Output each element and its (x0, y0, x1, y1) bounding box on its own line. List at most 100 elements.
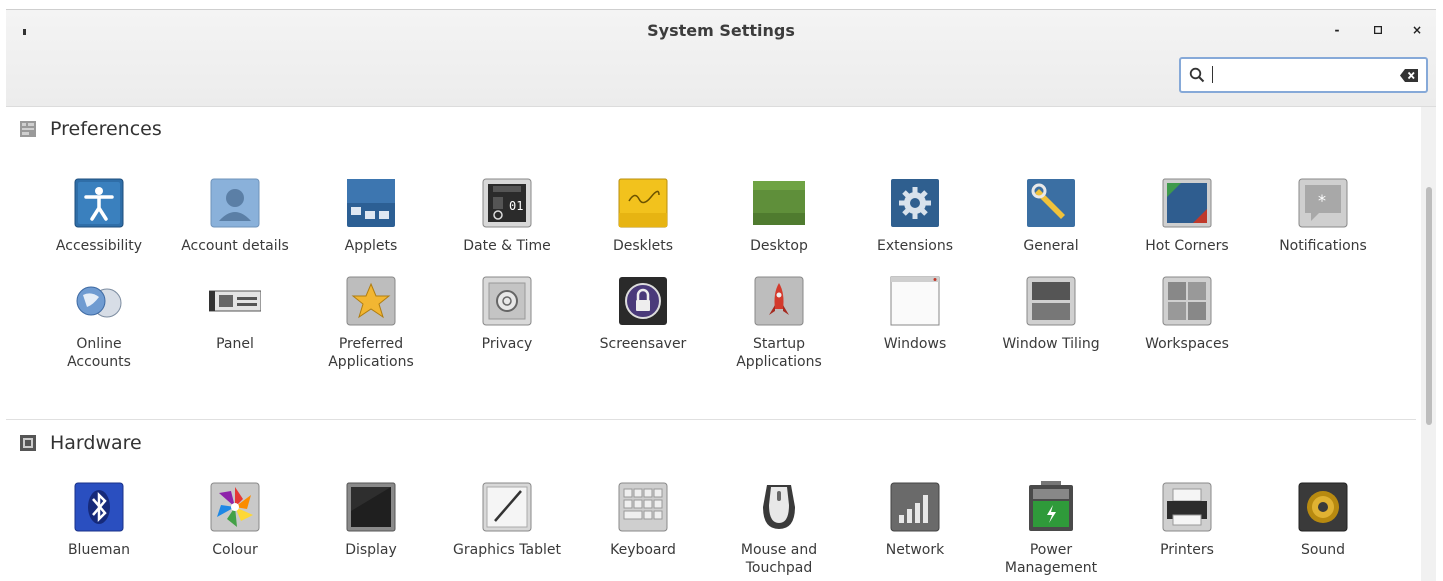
setting-label: Panel (216, 336, 254, 352)
setting-label: Screensaver (599, 336, 687, 352)
clear-search-icon[interactable] (1400, 69, 1418, 82)
hot-corners-icon (1162, 178, 1212, 228)
display-icon (346, 482, 396, 532)
setting-startup-applications[interactable]: Startup Applications (711, 275, 847, 371)
rocket-icon (754, 276, 804, 326)
maximize-icon (1373, 25, 1383, 35)
bluetooth-icon (74, 482, 124, 532)
applets-icon (347, 179, 395, 227)
setting-network[interactable]: Network (847, 481, 983, 559)
setting-colour[interactable]: Colour (167, 481, 303, 559)
lock-icon (619, 277, 667, 325)
setting-label: Display (345, 542, 397, 558)
setting-label: Applets (344, 238, 398, 254)
setting-mouse-touchpad[interactable]: Mouse and Touchpad (711, 481, 847, 577)
setting-display[interactable]: Display (303, 481, 439, 559)
setting-online-accounts[interactable]: Online Accounts (31, 275, 167, 371)
setting-hot-corners[interactable]: Hot Corners (1119, 177, 1255, 255)
note-icon (618, 178, 668, 228)
setting-accessibility[interactable]: Accessibility (31, 177, 167, 255)
setting-window-tiling[interactable]: Window Tiling (983, 275, 1119, 353)
setting-label: Power Management (1004, 542, 1098, 576)
tablet-icon (482, 482, 532, 532)
setting-screensaver[interactable]: Screensaver (575, 275, 711, 353)
setting-label: Notifications (1279, 238, 1367, 254)
setting-graphics-tablet[interactable]: Graphics Tablet (439, 481, 575, 559)
setting-desktop[interactable]: Desktop (711, 177, 847, 255)
setting-label: Privacy (481, 336, 533, 352)
setting-workspaces[interactable]: Workspaces (1119, 275, 1255, 353)
mouse-icon (763, 485, 795, 529)
search-input[interactable] (1211, 64, 1396, 86)
setting-extensions[interactable]: Extensions (847, 177, 983, 255)
setting-label: General (1023, 238, 1079, 254)
scrollbar-thumb[interactable] (1426, 187, 1432, 425)
setting-label: Date & Time (463, 238, 551, 254)
setting-label: Sound (1300, 542, 1346, 558)
setting-desklets[interactable]: Desklets (575, 177, 711, 255)
setting-keyboard[interactable]: Keyboard (575, 481, 711, 559)
setting-label: Keyboard (610, 542, 676, 558)
notification-icon: * (1298, 178, 1348, 228)
accessibility-icon (74, 178, 124, 228)
printer-icon (1162, 482, 1212, 532)
account-icon (210, 178, 260, 228)
setting-notifications[interactable]: * Notifications (1255, 177, 1391, 255)
hardware-category-icon (20, 435, 36, 451)
setting-blueman[interactable]: Blueman (31, 481, 167, 559)
panel-icon (209, 290, 261, 312)
maximize-button[interactable] (1371, 22, 1385, 38)
setting-label: Colour (212, 542, 258, 558)
setting-printers[interactable]: Printers (1119, 481, 1255, 559)
setting-label: Window Tiling (1002, 336, 1100, 352)
calendar-icon: 01 (482, 178, 532, 228)
section-title: Hardware (50, 432, 142, 454)
setting-panel[interactable]: Panel (167, 275, 303, 353)
gear-icon (891, 179, 939, 227)
setting-label: Printers (1160, 542, 1214, 558)
setting-label: Windows (883, 336, 947, 352)
tiling-icon (1026, 276, 1076, 326)
preferences-category-icon (20, 121, 36, 137)
setting-label: Account details (181, 238, 289, 254)
setting-preferred-applications[interactable]: Preferred Applications (303, 275, 439, 371)
wrench-icon (1027, 179, 1075, 227)
close-button[interactable]: × (1410, 22, 1424, 38)
setting-label: Mouse and Touchpad (740, 542, 818, 576)
svg-text:*: * (1318, 191, 1326, 210)
workspaces-icon (1162, 276, 1212, 326)
setting-label: Graphics Tablet (453, 542, 561, 558)
vertical-scrollbar[interactable] (1421, 107, 1436, 581)
section-divider (6, 419, 1416, 420)
setting-applets[interactable]: Applets (303, 177, 439, 255)
setting-label: Startup Applications (736, 336, 822, 370)
minimize-button[interactable]: - (1330, 22, 1344, 38)
search-icon (1189, 67, 1205, 83)
setting-windows[interactable]: Windows (847, 275, 983, 353)
setting-label: Desktop (750, 238, 808, 254)
window-icon (890, 276, 940, 326)
star-icon (346, 276, 396, 326)
settings-content: Preferences Accessibility Account detail… (6, 107, 1416, 581)
settings-window: System Settings - × Preferences Accessib… (6, 9, 1436, 581)
speaker-icon (1298, 482, 1348, 532)
setting-label: Network (885, 542, 945, 558)
network-icon (890, 482, 940, 532)
setting-power-management[interactable]: Power Management (983, 481, 1119, 577)
setting-date-time[interactable]: 01 Date & Time (439, 177, 575, 255)
battery-icon (1029, 481, 1073, 531)
setting-sound[interactable]: Sound (1255, 481, 1391, 559)
hardware-header: Hardware (20, 431, 142, 455)
search-box[interactable] (1179, 57, 1428, 93)
window-title: System Settings (647, 21, 795, 40)
setting-label: Blueman (67, 542, 131, 558)
setting-label: Accessibility (55, 238, 143, 254)
setting-label: Workspaces (1145, 336, 1229, 352)
svg-text:01: 01 (509, 199, 523, 213)
setting-privacy[interactable]: Privacy (439, 275, 575, 353)
setting-label: Preferred Applications (328, 336, 414, 370)
setting-account-details[interactable]: Account details (167, 177, 303, 255)
setting-general[interactable]: General (983, 177, 1119, 255)
setting-label: Extensions (876, 238, 954, 254)
keyboard-icon (618, 482, 668, 532)
